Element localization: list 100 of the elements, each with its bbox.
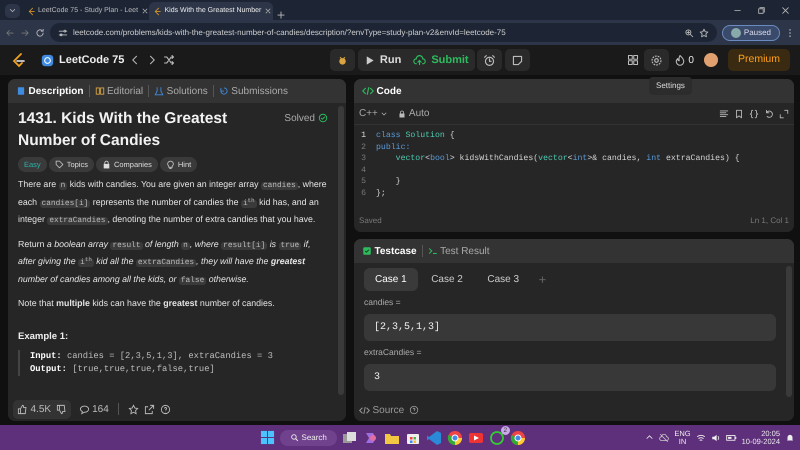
book-icon xyxy=(94,86,105,96)
panel-tab[interactable]: Submissions xyxy=(218,84,288,98)
site-settings-icon[interactable] xyxy=(58,28,68,38)
case-tab[interactable]: Case 2 xyxy=(420,268,474,291)
settings-button[interactable] xyxy=(644,49,669,71)
format-icon[interactable] xyxy=(719,108,729,118)
notes-button[interactable] xyxy=(504,49,530,71)
volume-icon[interactable] xyxy=(710,432,721,442)
help-icon[interactable] xyxy=(409,405,420,415)
input-field[interactable]: 3 xyxy=(364,364,776,390)
task-view-icon[interactable] xyxy=(342,430,358,446)
problem-title: 1431. Kids With the Greatest Number of Candies xyxy=(18,109,228,151)
shuffle-icon[interactable] xyxy=(163,54,176,66)
address-bar[interactable]: leetcode.com/problems/kids-with-the-greatest-number-of-candies/description/?envType=study-plan-v2&envId=leetcode-75 xyxy=(50,23,718,42)
terminal-icon xyxy=(428,246,438,256)
leetcode-logo[interactable] xyxy=(10,52,26,68)
layout-icon[interactable] xyxy=(626,54,639,66)
code-line: public: xyxy=(376,142,410,153)
new-tab-icon[interactable] xyxy=(276,10,286,20)
panel-tab[interactable]: Editorial xyxy=(94,84,144,98)
star-icon[interactable] xyxy=(128,404,139,414)
note-icon xyxy=(510,54,524,66)
line-number: 4 xyxy=(360,164,367,176)
lock-icon xyxy=(398,110,406,118)
restore-icon[interactable] xyxy=(757,6,766,14)
leetcode-logo-icon xyxy=(153,6,162,16)
avatar-icon xyxy=(731,28,742,38)
expand-icon[interactable] xyxy=(779,108,789,118)
close-icon[interactable] xyxy=(140,7,149,15)
auto-mode-toggle[interactable]: Auto xyxy=(398,106,430,121)
code-line: } xyxy=(394,176,401,188)
url-text: leetcode.com/problems/kids-with-the-greatest-number-of-candies/description/?envType=study-plan-v2&envId=leetcode-75 xyxy=(73,26,507,38)
line-number: 3 xyxy=(360,153,367,164)
code-line: class Solution { xyxy=(376,130,455,142)
share-icon[interactable] xyxy=(144,404,155,414)
braces-icon[interactable] xyxy=(749,108,759,118)
close-icon[interactable] xyxy=(264,7,272,15)
cloud-off-icon[interactable] xyxy=(659,432,670,442)
code-icon xyxy=(359,404,370,416)
debug-button[interactable] xyxy=(330,49,356,71)
study-plan-title[interactable]: LeetCode 75 xyxy=(59,52,124,68)
thumbs-down-icon[interactable] xyxy=(56,404,68,414)
taskbar-search[interactable]: Search xyxy=(280,430,337,446)
input-field[interactable]: [2,3,5,1,3] xyxy=(364,314,776,341)
example-line: Output: [true,true,true,false,true] xyxy=(30,363,216,376)
bookmark-icon[interactable] xyxy=(734,108,744,118)
flask-icon xyxy=(154,86,164,96)
study-plan-icon xyxy=(41,54,54,66)
tag-icon xyxy=(55,160,64,170)
input-label: extraCandies = xyxy=(364,346,422,358)
line-number: 5 xyxy=(360,176,367,188)
zoom-icon[interactable] xyxy=(684,28,694,38)
source-link[interactable]: Source xyxy=(359,402,404,418)
panel-tab[interactable]: Solutions xyxy=(154,84,208,98)
tab-menu-button[interactable] xyxy=(5,4,20,18)
comments-button[interactable]: 164 xyxy=(78,402,109,416)
case-tab[interactable]: Case 1 xyxy=(364,268,418,291)
panel-title: Code xyxy=(376,84,402,98)
battery-icon[interactable] xyxy=(726,432,737,443)
editor-icon[interactable] xyxy=(426,430,442,446)
wifi-icon[interactable] xyxy=(696,432,706,442)
bookmark-star-icon[interactable] xyxy=(699,28,710,38)
panel-tab[interactable]: Description xyxy=(16,84,84,98)
start-icon[interactable] xyxy=(260,430,275,445)
case-tab[interactable]: Case 3 xyxy=(476,268,530,291)
checkbox-icon xyxy=(362,246,372,256)
browser-icon[interactable] xyxy=(446,430,463,446)
language-selector[interactable]: C++ xyxy=(359,106,388,121)
code-line: }; xyxy=(376,188,386,199)
solved-status: Solved xyxy=(284,112,315,126)
panel-tab[interactable]: Test Result xyxy=(428,244,490,258)
reset-icon[interactable] xyxy=(764,108,774,118)
code-line: vector<bool> kidsWithCandies(vector<int>& candies, int extraCandies) { xyxy=(394,153,740,164)
browser-icon[interactable] xyxy=(510,430,526,446)
caret-icon xyxy=(8,6,17,15)
flame-icon[interactable] xyxy=(674,54,686,66)
profile-label: Paused xyxy=(744,26,771,38)
premium-button[interactable]: Premium xyxy=(728,49,790,71)
notification-bell-icon[interactable] xyxy=(785,432,795,442)
close-icon[interactable] xyxy=(781,6,790,14)
cursor-position: Ln 1, Col 1 xyxy=(750,215,789,227)
thumbs-up-icon xyxy=(17,404,28,414)
search-icon xyxy=(290,433,299,442)
document-icon xyxy=(16,86,26,96)
reload-icon[interactable] xyxy=(35,28,45,38)
profile-button[interactable]: Paused xyxy=(722,24,780,40)
save-status: Saved xyxy=(359,215,382,227)
lock-icon xyxy=(102,160,112,170)
lightbulb-icon xyxy=(166,160,176,170)
cloud-upload-icon xyxy=(413,54,426,66)
timer-button[interactable] xyxy=(477,49,502,71)
check-circle-icon xyxy=(318,113,328,123)
help-icon[interactable] xyxy=(160,404,171,414)
leetcode-logo-icon xyxy=(26,6,36,16)
history-icon xyxy=(218,86,229,96)
avatar-icon[interactable] xyxy=(704,53,718,67)
back-icon[interactable] xyxy=(5,28,15,38)
forward-icon[interactable] xyxy=(20,28,30,38)
panel-tab[interactable]: Testcase xyxy=(362,244,417,258)
line-number: 6 xyxy=(360,188,367,199)
